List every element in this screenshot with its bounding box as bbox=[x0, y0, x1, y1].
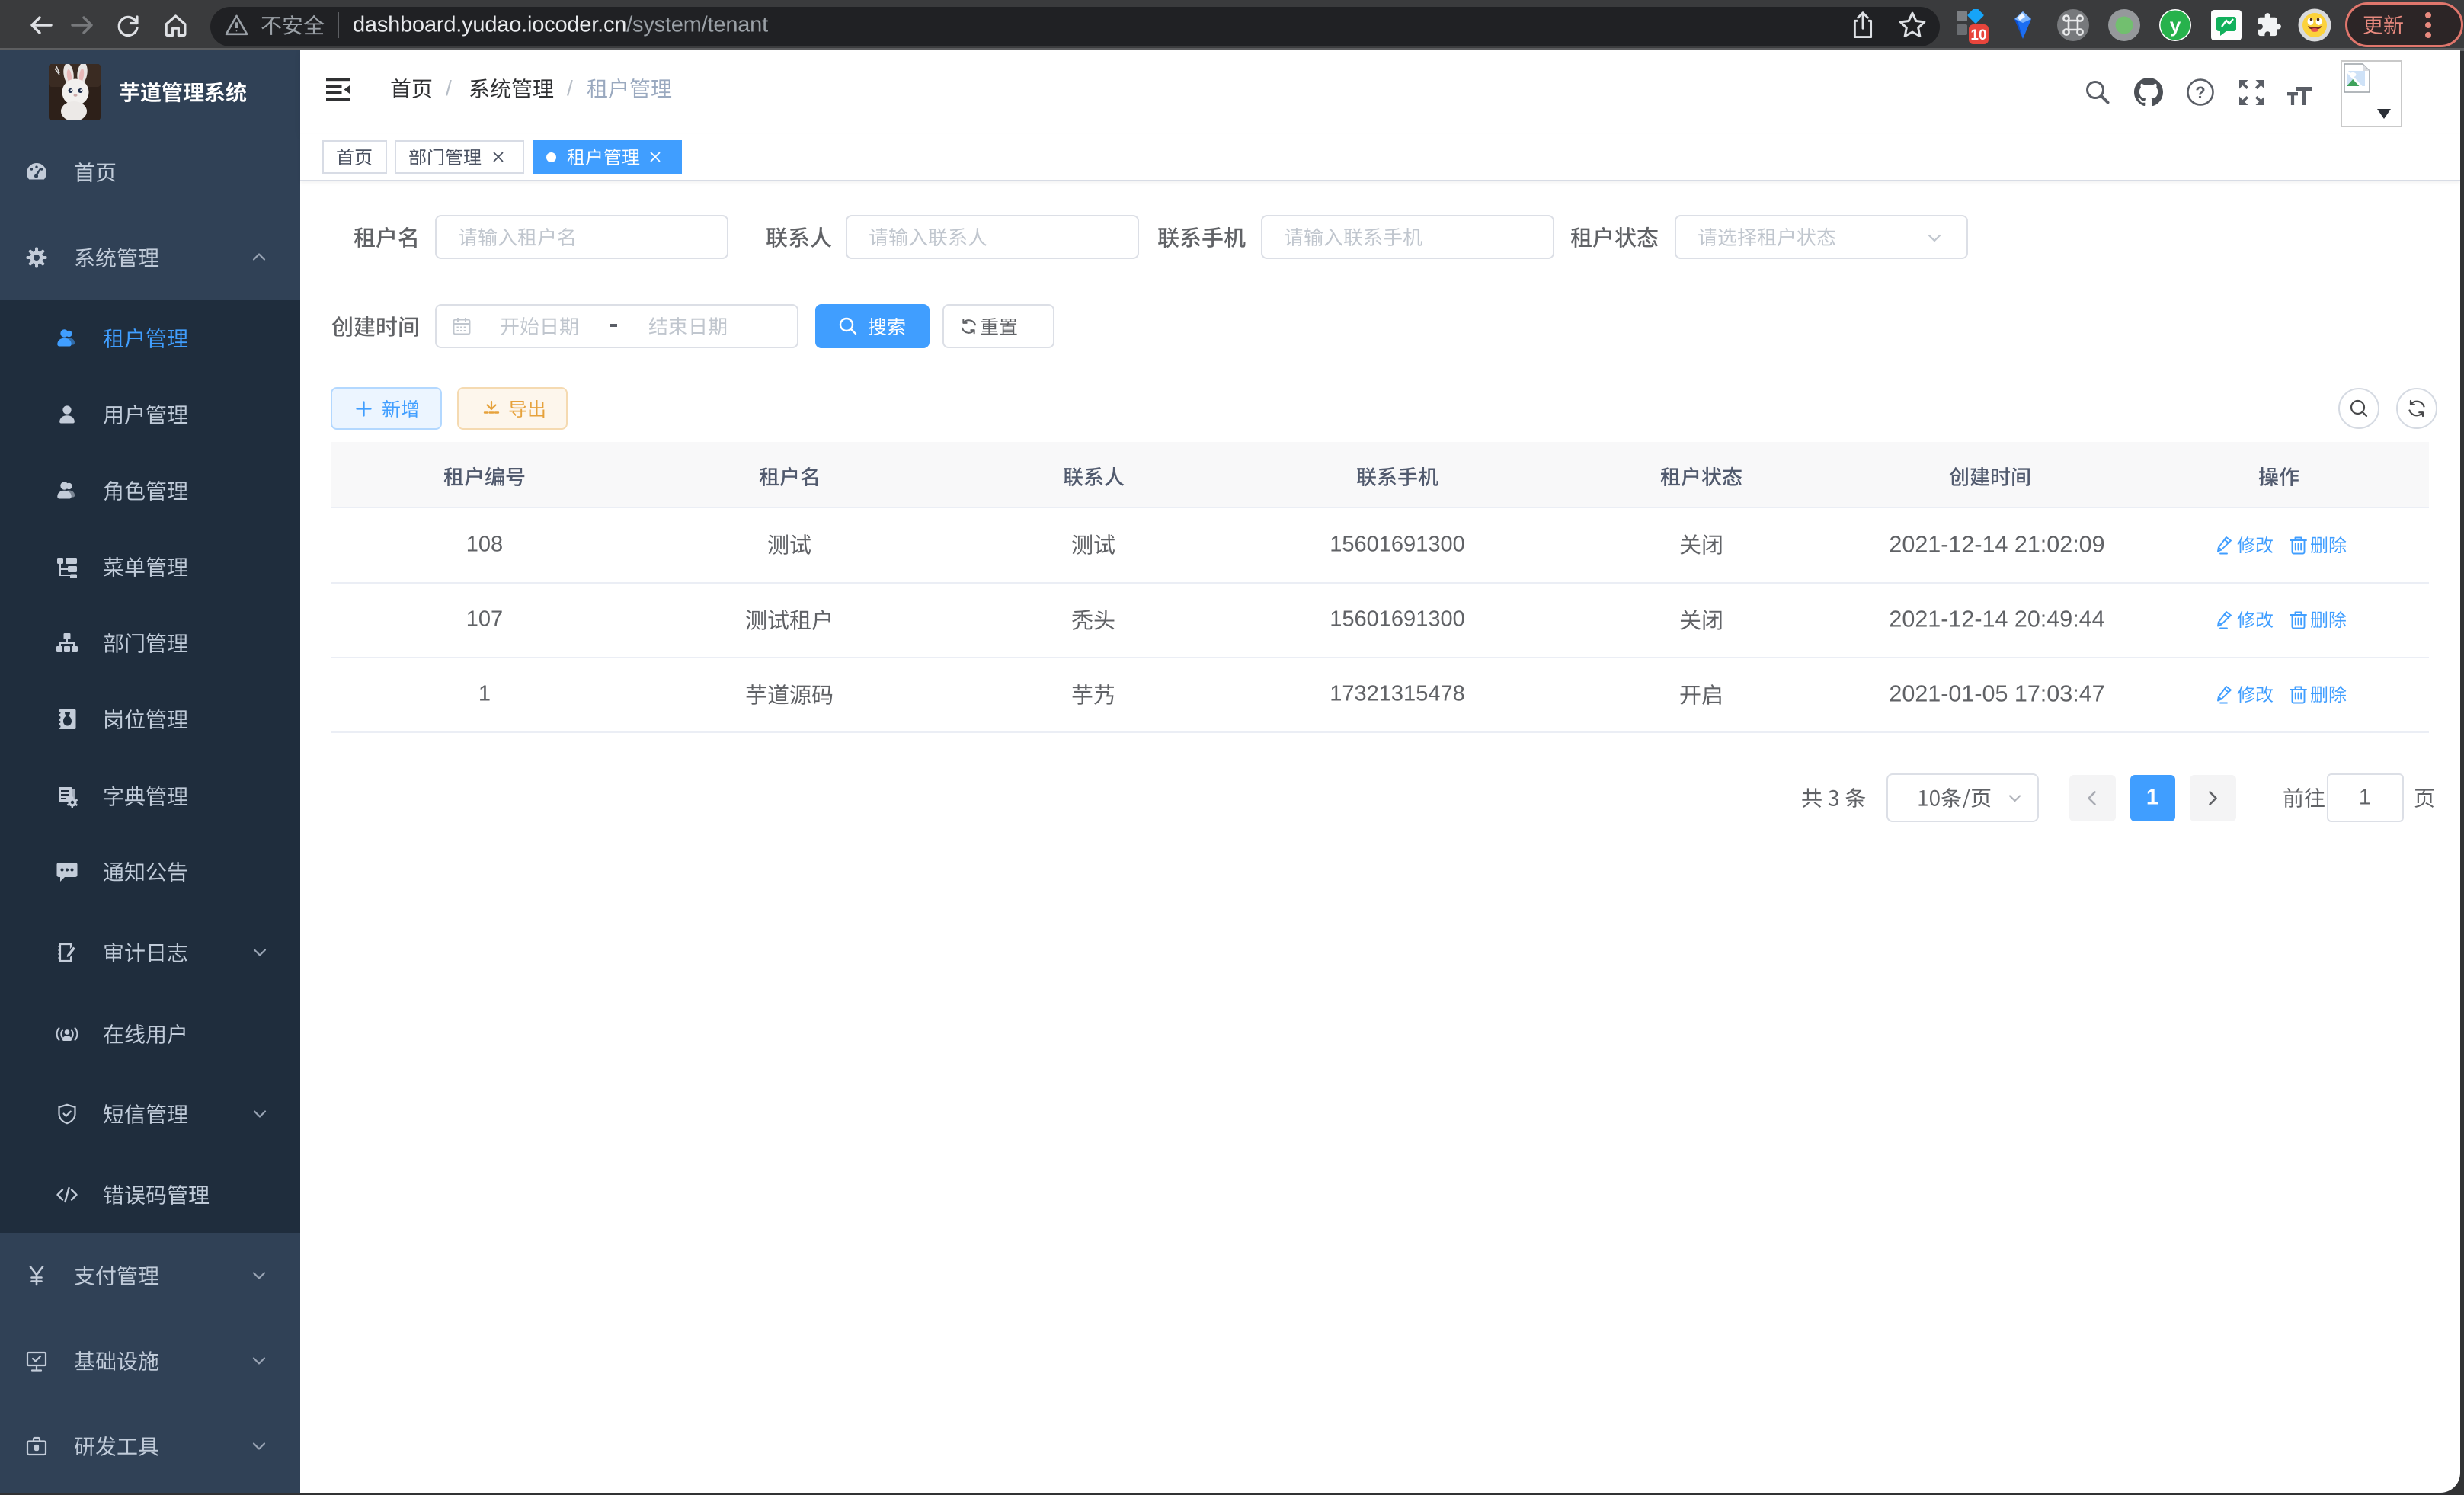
svg-text:?: ? bbox=[2195, 83, 2205, 102]
svg-text:y: y bbox=[2170, 14, 2181, 37]
svg-text:10: 10 bbox=[1970, 27, 1986, 43]
